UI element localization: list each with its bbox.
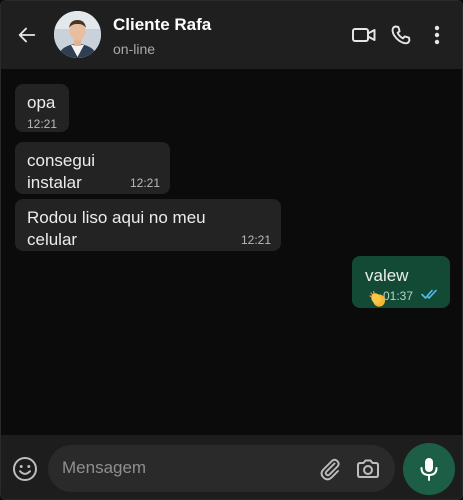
contact-status: on-line [113, 41, 156, 57]
paperclip-icon [320, 458, 340, 481]
camera-icon [357, 459, 379, 478]
message-bubble-outgoing[interactable]: valew 01:37 [352, 256, 450, 308]
message-text: Rodou liso aqui no meu celular [27, 207, 206, 251]
message-time: 12:21 [240, 233, 271, 247]
back-button[interactable] [13, 21, 41, 49]
clapping-hands-emoji-icon[interactable] [369, 290, 387, 314]
message-line: instalar [27, 173, 82, 192]
message-time: 12:21 [27, 117, 58, 131]
chat-header: Cliente Rafa on-line [1, 1, 462, 69]
vertical-dots-icon [434, 25, 440, 45]
message-text: consegui instalar [27, 150, 95, 194]
message-text: opa [27, 93, 56, 112]
chat-window: Cliente Rafa on-line opa 12:21 consegui … [0, 0, 463, 500]
message-bubble-incoming[interactable]: consegui instalar 12:21 [15, 142, 170, 194]
emoji-smiley-icon [13, 457, 37, 481]
message-line: celular [27, 230, 78, 249]
message-input-container[interactable] [48, 445, 395, 492]
video-call-button[interactable] [350, 21, 378, 49]
menu-button[interactable] [423, 21, 451, 49]
composer-bar [1, 435, 462, 499]
message-input[interactable] [62, 456, 302, 480]
message-bubble-incoming[interactable]: Rodou liso aqui no meu celular 12:21 [15, 199, 281, 251]
avatar[interactable] [54, 11, 101, 58]
arrow-left-icon [18, 27, 36, 43]
read-receipt-icon [421, 284, 439, 306]
contact-name[interactable]: Cliente Rafa [113, 15, 211, 35]
phone-icon [391, 25, 411, 45]
video-camera-icon [352, 28, 376, 42]
attach-button[interactable] [316, 455, 344, 483]
message-line: Rodou liso aqui no meu [27, 208, 206, 227]
microphone-icon [420, 458, 438, 481]
emoji-button[interactable] [11, 455, 39, 483]
message-time: 12:21 [129, 176, 160, 190]
voice-message-button[interactable] [403, 443, 455, 495]
voice-call-button[interactable] [387, 21, 415, 49]
camera-button[interactable] [354, 455, 382, 483]
message-list[interactable]: opa 12:21 consegui instalar 12:21 Rodou … [1, 69, 462, 435]
message-bubble-incoming[interactable]: opa 12:21 [15, 84, 69, 132]
message-line: consegui [27, 151, 96, 170]
message-time: 01:37 [383, 289, 414, 303]
message-text: valew [365, 266, 409, 285]
